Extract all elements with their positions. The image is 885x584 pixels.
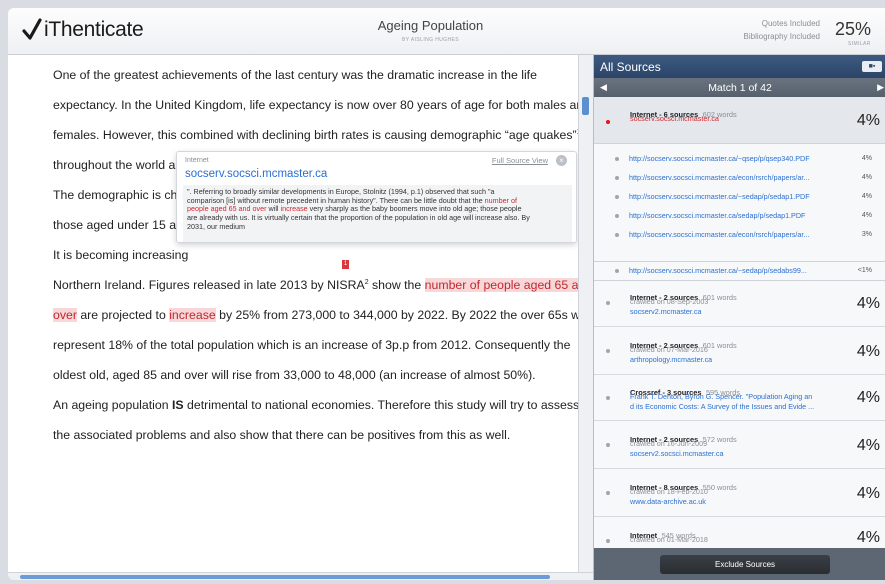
match-highlight[interactable]: number of people aged 65 and <box>424 278 593 292</box>
sources-sidebar: All Sources ■▪ ◀ Match 1 of 42 ▶ Interne… <box>593 55 885 580</box>
paragraph-line: The demographic is char <box>53 188 189 202</box>
source-item[interactable]: Internet - 2 sources 601 words crawled o… <box>594 327 885 375</box>
subsource-row[interactable]: http://socserv.socsci.mcmaster.ca/~sedap… <box>594 262 885 281</box>
subsource-row[interactable]: http://socserv.socsci.mcmaster.ca/econ/r… <box>594 226 885 245</box>
similar-label: SIMILAR <box>848 41 871 47</box>
quotes-included-toggle[interactable]: Quotes Included <box>762 19 820 28</box>
exclude-sources-button[interactable]: Exclude Sources <box>660 555 830 574</box>
bullet-icon <box>615 269 619 273</box>
subsource-list: http://socserv.socsci.mcmaster.ca/~sedap… <box>594 262 885 281</box>
match-navigator: ◀ Match 1 of 42 ▶ <box>594 78 885 97</box>
scroll-thumb[interactable] <box>20 575 550 579</box>
bullet-icon <box>606 539 610 543</box>
bullet-icon <box>606 396 610 400</box>
popup-excerpt: ". Referring to broadly similar developm… <box>183 185 572 242</box>
similarity-percentage: 25% <box>835 19 872 39</box>
bullet-icon <box>606 349 610 353</box>
paragraph-line: those aged under 15 anc <box>53 218 190 232</box>
bullet-icon <box>615 195 619 199</box>
document-vertical-scrollbar[interactable] <box>578 55 593 572</box>
match-highlight[interactable]: increase <box>169 308 216 322</box>
match-marker[interactable]: 1 <box>342 260 349 269</box>
active-source[interactable]: Internet - 6 sources 602 words socserv.s… <box>594 97 885 144</box>
view-toggle-icon[interactable]: ■▪ <box>862 61 882 72</box>
document-horizontal-scrollbar[interactable] <box>8 572 593 580</box>
paragraph-line: It is becoming increasing <box>53 248 189 262</box>
subsource-list: http://socserv.socsci.mcmaster.ca/~qsep/… <box>594 144 885 262</box>
subsource-row[interactable]: http://socserv.socsci.mcmaster.ca/~qsep/… <box>594 150 885 169</box>
source-item[interactable]: Internet - 2 sources 601 words crawled o… <box>594 281 885 327</box>
document-author: BY AISLING HUGHES <box>401 37 459 43</box>
match-counter: Match 1 of 42 <box>708 82 772 94</box>
bullet-icon <box>615 214 619 218</box>
paragraph-line: females. However, this combined with dec… <box>53 128 580 142</box>
match-highlight[interactable]: over <box>53 308 77 322</box>
ithenticate-window: iThenticate Ageing Population BY AISLING… <box>8 8 885 580</box>
paragraph-line: One of the greatest achievements of the … <box>53 68 537 82</box>
sidebar-title: All Sources <box>600 60 661 74</box>
paragraph-line: represent 18% of the total population wh… <box>53 338 571 352</box>
bullet-icon <box>606 443 610 447</box>
ithenticate-logo: iThenticate <box>22 18 144 42</box>
document-title: Ageing Population <box>377 18 484 33</box>
paragraph-line: An ageing population IS detrimental to n… <box>53 398 580 412</box>
bullet-icon <box>606 491 610 495</box>
document-viewer: One of the greatest achievements of the … <box>8 55 593 572</box>
bullet-icon <box>606 301 610 305</box>
source-item[interactable]: Internet - 8 sources 550 words crawled o… <box>594 469 885 517</box>
bullet-icon <box>615 176 619 180</box>
bibliography-included-toggle[interactable]: Bibliography Included <box>744 32 821 41</box>
popup-source-type: Internet <box>185 157 209 164</box>
checkmark-icon <box>22 18 42 40</box>
subsource-row[interactable]: http://socserv.socsci.mcmaster.ca/~sedap… <box>594 188 885 207</box>
bullet-icon <box>615 157 619 161</box>
sidebar-header: All Sources ■▪ <box>594 55 885 78</box>
paragraph-line: Northern Ireland. Figures released in la… <box>53 278 593 292</box>
paragraph-line: over are projected to increase by 25% fr… <box>53 308 589 322</box>
source-item[interactable]: Internet - 2 sources 572 words crawled o… <box>594 421 885 469</box>
source-preview-popup: Internet Full Source View × socserv.socs… <box>176 151 577 243</box>
paragraph-line: oldest old, aged 85 and over will rise f… <box>53 368 536 382</box>
close-icon[interactable]: × <box>556 155 567 166</box>
popup-source-url[interactable]: socserv.socsci.mcmaster.ca <box>185 168 327 180</box>
paragraph-line: expectancy. In the United Kingdom, life … <box>53 98 591 112</box>
source-percentage: 4% <box>856 112 880 129</box>
source-item[interactable]: Crossref - 3 sources 595 words Frank T. … <box>594 375 885 421</box>
top-header: iThenticate Ageing Population BY AISLING… <box>8 8 885 55</box>
paragraph-line: throughout the world a <box>53 158 176 172</box>
next-match-icon[interactable]: ▶ <box>877 82 884 93</box>
sidebar-footer: Exclude Sources <box>594 548 885 580</box>
full-source-view-link[interactable]: Full Source View <box>492 156 548 165</box>
source-link[interactable]: socserv.socsci.mcmaster.ca <box>630 114 719 123</box>
scroll-thumb[interactable] <box>582 97 589 115</box>
paragraph-line: the associated problems and also show th… <box>53 428 511 442</box>
subsource-row[interactable]: http://socserv.socsci.mcmaster.ca/econ/r… <box>594 169 885 188</box>
logo-text: iThenticate <box>44 18 144 41</box>
active-source-dot <box>606 120 610 124</box>
subsource-row[interactable]: http://socserv.socsci.mcmaster.ca/sedap/… <box>594 207 885 226</box>
bullet-icon <box>615 233 619 237</box>
